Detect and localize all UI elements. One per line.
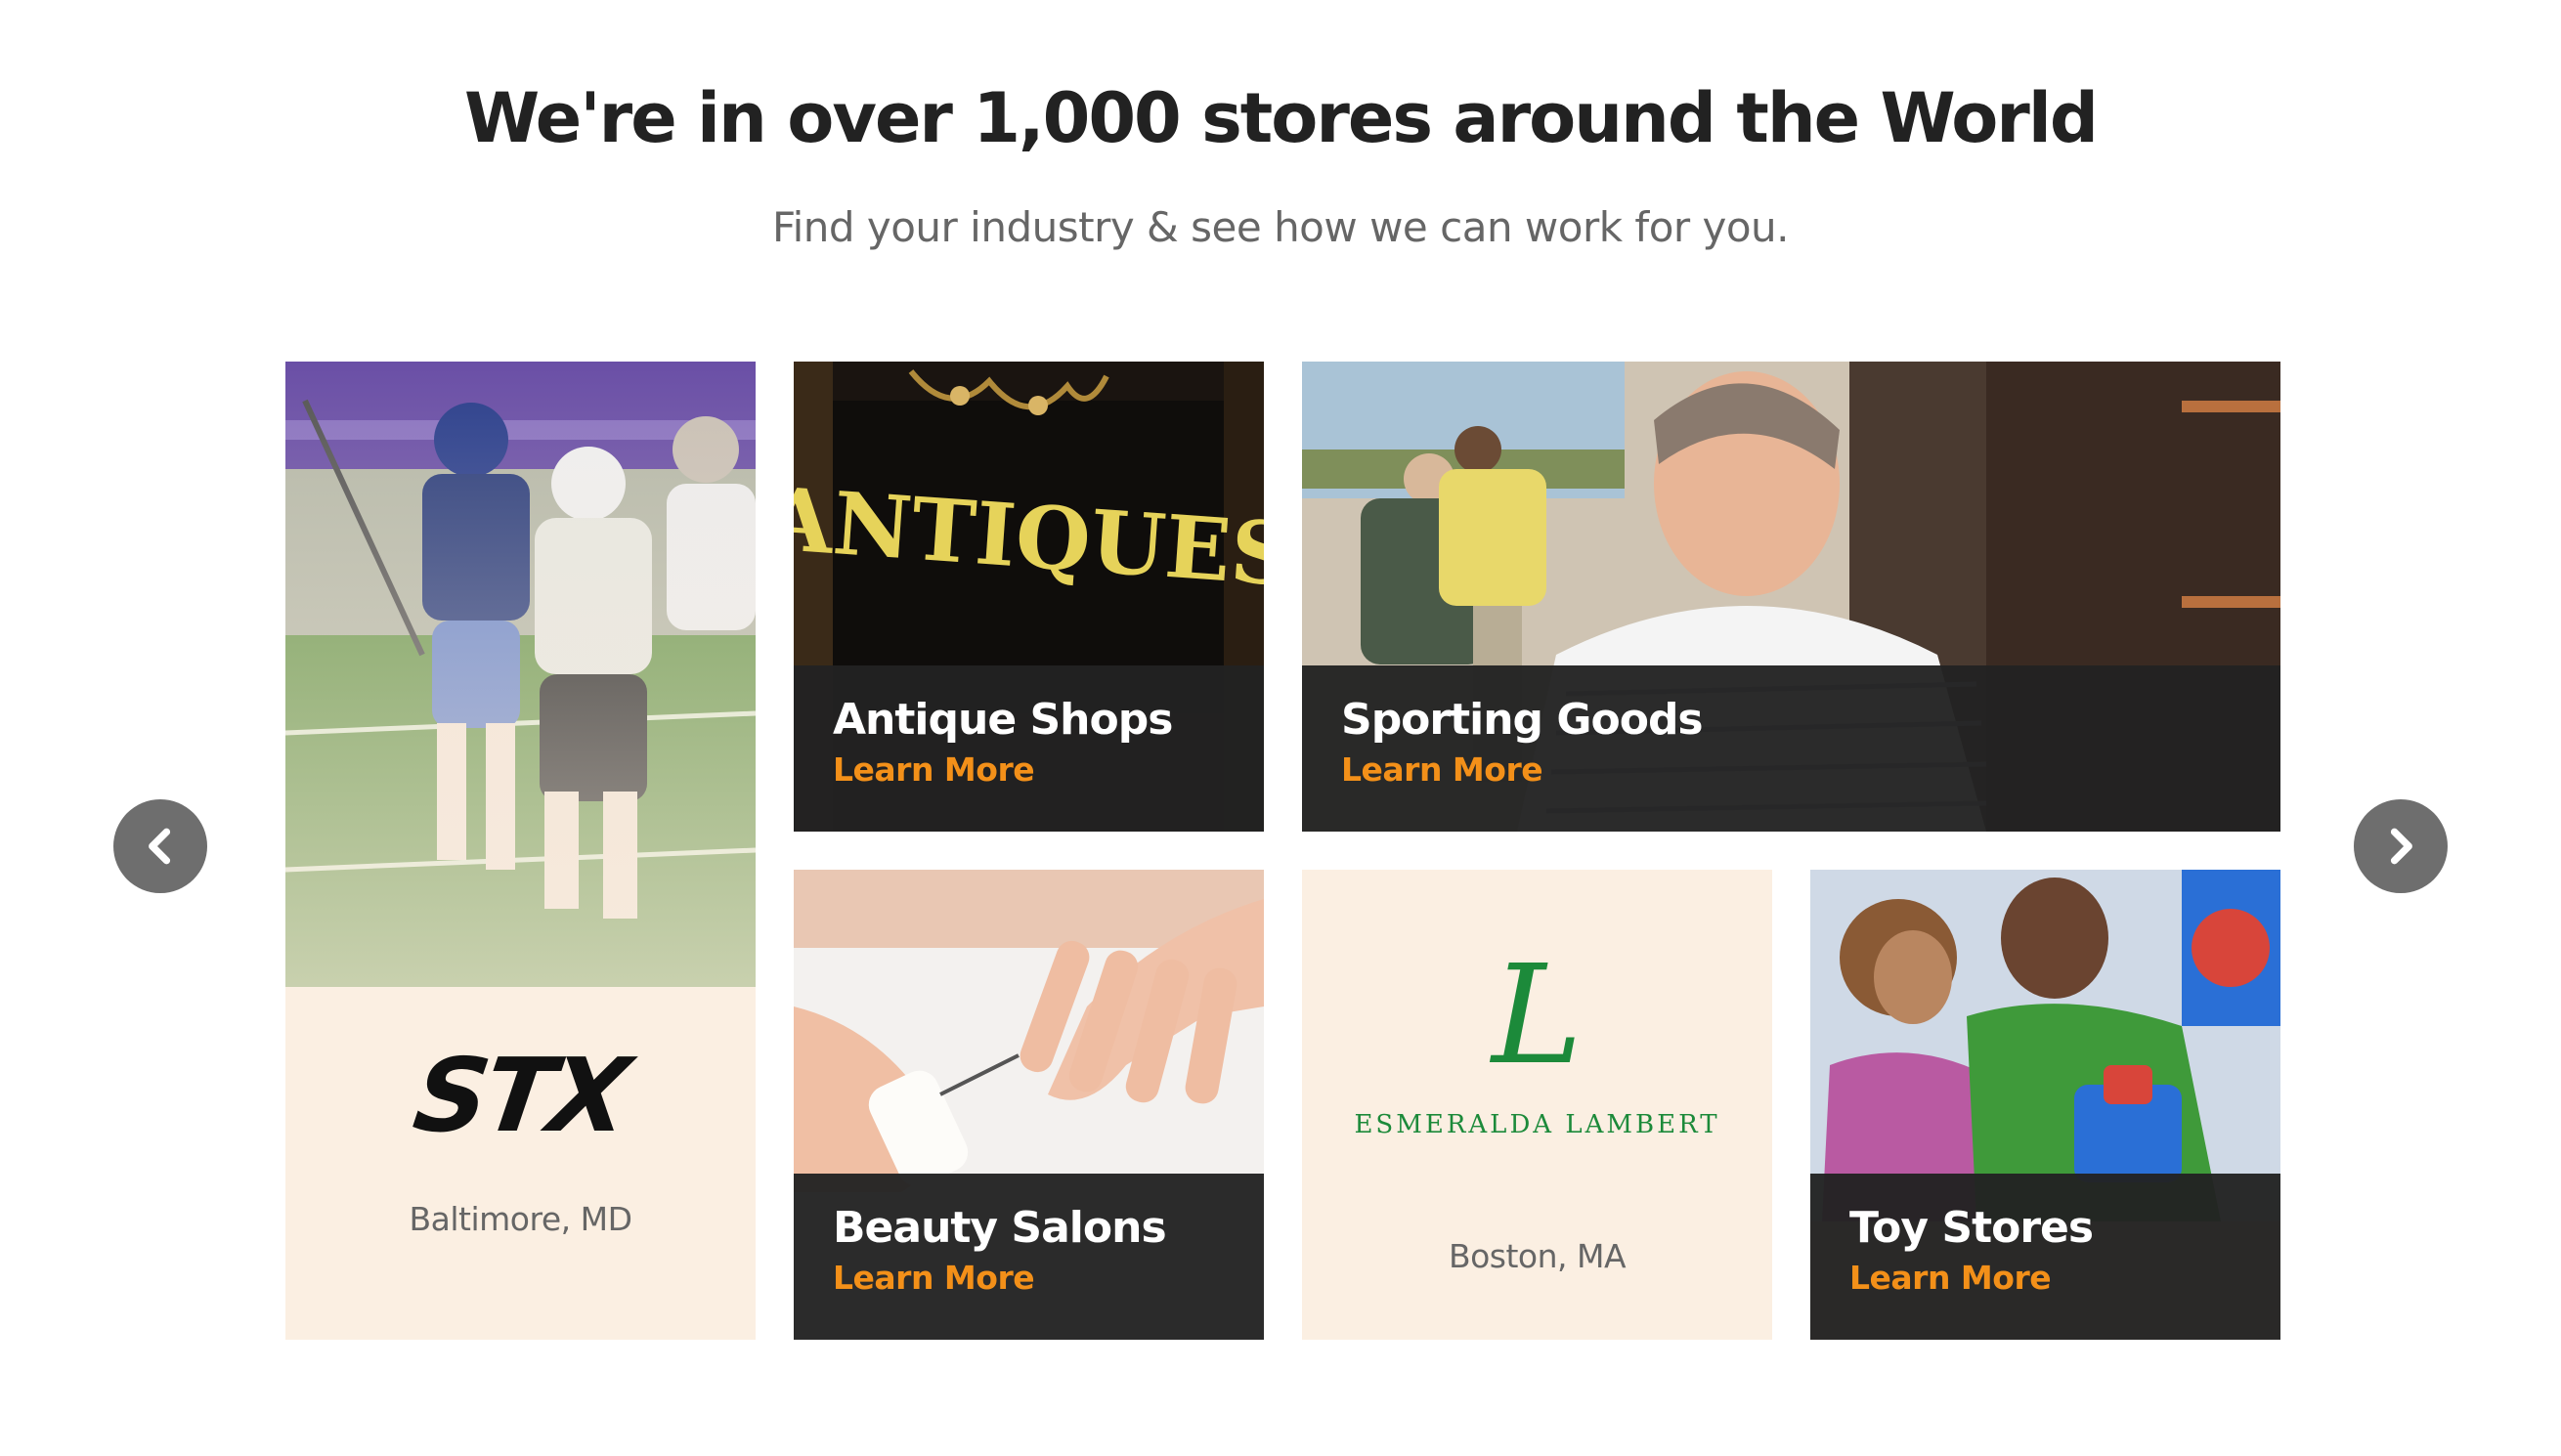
beauty-salons-caption: Beauty Salons Learn More — [794, 1174, 1264, 1340]
page-subtitle: Find your industry & see how we can work… — [771, 203, 1790, 251]
tile-stx[interactable]: STX Baltimore, MD — [285, 362, 756, 1340]
esmeralda-location: Boston, MA — [1448, 1237, 1627, 1275]
page-title: We're in over 1,000 stores around the Wo… — [464, 78, 2099, 158]
sporting-goods-learn-more-link[interactable]: Learn More — [1341, 750, 2280, 789]
sporting-goods-caption: Sporting Goods Learn More — [1302, 665, 2280, 832]
stx-location: Baltimore, MD — [409, 1200, 632, 1238]
carousel-next-button[interactable] — [2354, 799, 2448, 893]
lacrosse-players-photo — [285, 362, 756, 1340]
esmeralda-lambert-logo: L ESMERALDA LAMBERT — [1302, 936, 1772, 1140]
chevron-right-icon — [2390, 828, 2412, 865]
sporting-goods-title: Sporting Goods — [1341, 695, 1704, 745]
antique-shops-title: Antique Shops — [833, 695, 1173, 745]
tile-beauty-salons[interactable]: Beauty Salons Learn More — [794, 870, 1264, 1340]
chevron-left-icon — [149, 828, 171, 865]
beauty-salons-learn-more-link[interactable]: Learn More — [833, 1259, 1264, 1297]
tile-sporting-goods[interactable]: Sporting Goods Learn More — [1302, 362, 2280, 832]
beauty-salons-title: Beauty Salons — [833, 1203, 1167, 1253]
toy-stores-caption: Toy Stores Learn More — [1810, 1174, 2280, 1340]
tile-antique-shops[interactable]: ANTIQUES Antique Shops Learn More — [794, 362, 1264, 832]
tile-toy-stores[interactable]: Toy Stores Learn More — [1810, 870, 2280, 1340]
carousel-prev-button[interactable] — [113, 799, 207, 893]
esmeralda-lambert-wordmark: ESMERALDA LAMBERT — [1354, 1110, 1720, 1139]
antique-shops-learn-more-link[interactable]: Learn More — [833, 750, 1264, 789]
toy-stores-learn-more-link[interactable]: Learn More — [1849, 1259, 2280, 1297]
antique-shops-caption: Antique Shops Learn More — [794, 665, 1264, 832]
toy-stores-title: Toy Stores — [1849, 1203, 2094, 1253]
esmeralda-lambert-monogram: L — [1492, 936, 1583, 1095]
stx-logo: STX — [407, 1036, 634, 1155]
tile-esmeralda-lambert[interactable]: L ESMERALDA LAMBERT Boston, MA — [1302, 870, 1772, 1340]
